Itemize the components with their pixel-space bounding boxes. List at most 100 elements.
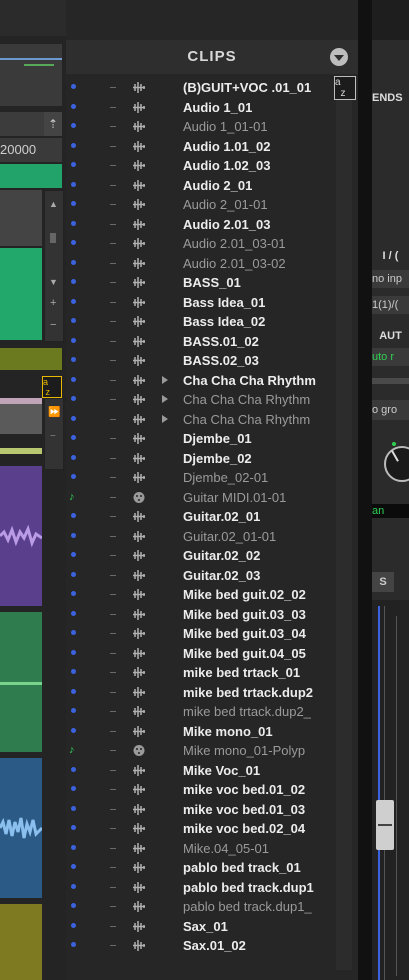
clip-row[interactable]: Cha Cha Cha Rhythm bbox=[66, 390, 336, 410]
tree-line bbox=[110, 633, 116, 634]
tree-line bbox=[110, 691, 116, 693]
clip-name: mike bed trtack.dup2_ bbox=[183, 704, 311, 719]
clip-name: Cha Cha Cha Rhythm bbox=[183, 392, 311, 407]
panel-divider[interactable] bbox=[358, 0, 372, 980]
clip-row[interactable]: Guitar.02_01 bbox=[66, 507, 336, 527]
clip-row[interactable]: Mike bed guit.03_04 bbox=[66, 624, 336, 644]
clip-row[interactable]: Sax_01 bbox=[66, 917, 336, 937]
group-select[interactable]: o gro bbox=[372, 400, 409, 420]
audio-indicator-icon bbox=[71, 357, 76, 362]
clip-row[interactable]: mike bed trtack.dup2_ bbox=[66, 702, 336, 722]
input-select[interactable]: no inp bbox=[372, 270, 409, 288]
left-lane-scroll[interactable]: ⏩ − bbox=[44, 398, 64, 470]
tree-line bbox=[110, 535, 116, 537]
left-scrollbar[interactable]: ▲ ▼ + − bbox=[44, 190, 64, 342]
clip-row[interactable]: mike voc bed.01_02 bbox=[66, 780, 336, 800]
clip-row[interactable]: Bass Idea_02 bbox=[66, 312, 336, 332]
clip-row[interactable]: Mike bed guit.03_03 bbox=[66, 605, 336, 625]
output-select[interactable]: 1(1)/( bbox=[372, 296, 409, 314]
tree-line bbox=[110, 711, 116, 712]
volume-fader-cap[interactable] bbox=[376, 800, 394, 850]
clip-row[interactable]: ♪ Guitar MIDI.01-01 bbox=[66, 488, 336, 508]
clip-row[interactable]: Audio 2.01_03 bbox=[66, 215, 336, 235]
clip-row[interactable]: Audio 2_01 bbox=[66, 176, 336, 196]
audio-indicator-icon bbox=[71, 571, 76, 577]
clip-row[interactable]: pablo bed track.dup1 bbox=[66, 878, 336, 898]
sort-az-icon[interactable]: a z bbox=[42, 376, 62, 398]
clip-row[interactable]: Audio 1.01_02 bbox=[66, 137, 336, 157]
clip-row[interactable]: BASS.01_02 bbox=[66, 332, 336, 352]
scroll-thumb[interactable] bbox=[50, 233, 56, 243]
clip-row[interactable]: Mike mono_01 bbox=[66, 722, 336, 742]
green-clip[interactable] bbox=[0, 612, 42, 752]
clip-name: pablo bed track_01 bbox=[183, 860, 301, 875]
clip-row[interactable]: Sax.01_02 bbox=[66, 936, 336, 956]
clip-row[interactable]: Guitar.02_02 bbox=[66, 546, 336, 566]
clips-menu-icon[interactable] bbox=[330, 48, 348, 66]
clip-row[interactable]: Djembe_01 bbox=[66, 429, 336, 449]
audio-indicator-icon bbox=[71, 591, 76, 596]
clip-row[interactable]: Audio 1_01 bbox=[66, 98, 336, 118]
clip-row[interactable]: (B)GUIT+VOC .01_01 bbox=[66, 78, 336, 98]
tree-line bbox=[110, 516, 116, 517]
clip-row[interactable]: Mike Voc_01 bbox=[66, 761, 336, 781]
clip-row[interactable]: Audio 2_01-01 bbox=[66, 195, 336, 215]
clip-row[interactable]: BASS.02_03 bbox=[66, 351, 336, 371]
clip-row[interactable]: mike voc bed.02_04 bbox=[66, 819, 336, 839]
clip-row[interactable]: Djembe_02 bbox=[66, 449, 336, 469]
io-label: I / ( bbox=[382, 250, 399, 262]
clip-row[interactable]: mike voc bed.01_03 bbox=[66, 800, 336, 820]
auto-mode-select[interactable]: uto r bbox=[372, 348, 409, 366]
clip-row[interactable]: Bass Idea_01 bbox=[66, 293, 336, 313]
pan-knob[interactable] bbox=[384, 446, 409, 482]
fader-track[interactable] bbox=[372, 606, 409, 980]
clip-row[interactable]: Audio 1.02_03 bbox=[66, 156, 336, 176]
clip-row[interactable]: Mike bed guit.02_02 bbox=[66, 585, 336, 605]
clip-row[interactable]: Mike.04_05-01 bbox=[66, 839, 336, 859]
clip-row[interactable]: BASS_01 bbox=[66, 273, 336, 293]
audio-clip-icon bbox=[132, 198, 146, 211]
clip-row[interactable]: Cha Cha Cha Rhythm bbox=[66, 410, 336, 430]
counter-field[interactable]: 20000 bbox=[0, 138, 62, 162]
clip-row[interactable]: ♪ Mike mono_01-Polyp bbox=[66, 741, 336, 761]
clips-scrollbar[interactable] bbox=[336, 100, 352, 970]
tree-line bbox=[110, 477, 116, 478]
audio-clip-icon bbox=[132, 549, 146, 562]
clip-row[interactable]: mike bed trtack_01 bbox=[66, 663, 336, 683]
audio-clip-icon bbox=[132, 159, 146, 172]
tree-line bbox=[110, 496, 116, 498]
plus-icon[interactable]: + bbox=[50, 297, 56, 309]
expand-arrow-icon[interactable] bbox=[162, 375, 168, 384]
clip-row[interactable]: Djembe_02-01 bbox=[66, 468, 336, 488]
clip-row[interactable]: Audio 2.01_03-02 bbox=[66, 254, 336, 274]
expand-arrow-icon[interactable] bbox=[162, 414, 168, 423]
clip-row[interactable]: Guitar.02_01-01 bbox=[66, 527, 336, 547]
clip-row[interactable]: pablo bed track_01 bbox=[66, 858, 336, 878]
audio-clip-icon bbox=[132, 920, 146, 933]
audio-clip-icon bbox=[132, 530, 146, 543]
clip-row[interactable]: mike bed trtack.dup2 bbox=[66, 683, 336, 703]
clip-row[interactable]: Audio 1_01-01 bbox=[66, 117, 336, 137]
olive-clip[interactable] bbox=[0, 904, 42, 980]
audio-clip-icon bbox=[132, 783, 146, 796]
clip-row[interactable]: Mike bed guit.04_05 bbox=[66, 644, 336, 664]
scroll-down-icon[interactable]: ▼ bbox=[49, 277, 58, 287]
scroll-up-icon[interactable]: ▲ bbox=[49, 199, 58, 209]
expand-arrow-icon[interactable] bbox=[162, 395, 168, 403]
purple-clip[interactable] bbox=[0, 466, 42, 606]
clip-row[interactable]: pablo bed track.dup1_ bbox=[66, 897, 336, 917]
clip-name: Guitar.02_03 bbox=[183, 567, 261, 583]
clip-name: mike bed trtack_01 bbox=[183, 665, 301, 680]
sort-az-icon[interactable]: a z bbox=[334, 76, 356, 100]
upload-icon[interactable]: ⇡ bbox=[44, 112, 62, 136]
solo-button[interactable]: S bbox=[372, 572, 394, 592]
minus-icon[interactable]: − bbox=[50, 319, 56, 331]
blue-clip[interactable] bbox=[0, 758, 42, 898]
clip-row[interactable]: Guitar.02_03 bbox=[66, 566, 336, 586]
audio-indicator-icon bbox=[71, 396, 76, 401]
clip-row[interactable]: Audio 2.01_03-01 bbox=[66, 234, 336, 254]
audio-indicator-icon bbox=[71, 376, 76, 382]
clip-row[interactable]: Cha Cha Cha Rhythm bbox=[66, 371, 336, 391]
tree-line bbox=[110, 262, 116, 264]
audio-indicator-icon bbox=[71, 844, 76, 850]
